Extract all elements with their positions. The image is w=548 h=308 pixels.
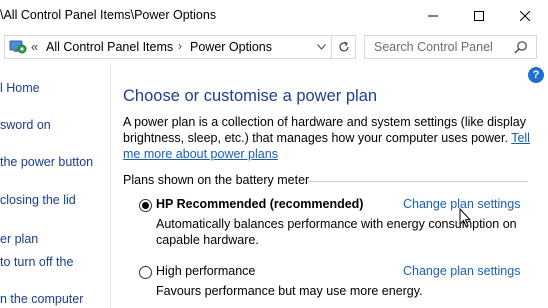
minimize-button[interactable]	[410, 0, 456, 31]
sidebar-item-create-power-plan[interactable]: er plan	[0, 232, 38, 246]
control-panel-icon	[9, 39, 27, 60]
sidebar-item-power-button[interactable]: the power button	[0, 155, 93, 169]
maximize-button[interactable]	[456, 0, 502, 31]
address-dropdown-button[interactable]	[312, 38, 330, 56]
breadcrumb-power-options[interactable]: Power Options	[190, 40, 272, 54]
address-bar: « All Control Panel Items › Power Option…	[0, 31, 548, 63]
page-title: Choose or customise a power plan	[123, 87, 378, 105]
plan-radio-high-performance[interactable]	[139, 266, 152, 279]
description-text: A power plan is a collection of hardware…	[123, 115, 526, 145]
breadcrumb-separator-icon[interactable]: ›	[178, 39, 182, 53]
refresh-icon	[338, 41, 349, 52]
window-title: \All Control Panel Items\Power Options	[0, 8, 217, 22]
page-description: A power plan is a collection of hardware…	[123, 114, 543, 162]
close-button[interactable]	[502, 0, 548, 31]
close-icon	[520, 10, 530, 21]
sidebar-item-closing-lid[interactable]: closing the lid	[0, 193, 76, 207]
sidebar-item-computer-sleeps[interactable]: n the computer	[0, 292, 83, 306]
search-input[interactable]	[365, 36, 510, 58]
search-box[interactable]	[364, 35, 537, 59]
address-field[interactable]: « All Control Panel Items › Power Option…	[4, 35, 332, 59]
main-content: Choose or customise a power plan A power…	[111, 63, 548, 308]
plan-name[interactable]: High performance	[156, 264, 255, 278]
title-bar: \All Control Panel Items\Power Options	[0, 0, 548, 31]
mouse-cursor-icon	[459, 207, 472, 233]
minimize-icon	[428, 15, 438, 16]
overflow-chevron-icon[interactable]: «	[31, 39, 38, 54]
section-divider	[308, 181, 528, 182]
sidebar-item-control-panel-home[interactable]: l Home	[0, 81, 40, 95]
chevron-down-icon	[316, 44, 326, 50]
section-label: Plans shown on the battery meter	[123, 173, 310, 187]
plan-description: Favours performance but may use more ene…	[156, 284, 423, 298]
search-icon[interactable]	[514, 40, 528, 59]
plan-name[interactable]: HP Recommended (recommended)	[156, 197, 363, 211]
plan-radio-hp-recommended[interactable]	[139, 199, 152, 212]
maximize-icon	[474, 10, 484, 21]
change-plan-settings-link[interactable]: Change plan settings	[403, 264, 520, 278]
sidebar-item-turn-off-display[interactable]: to turn off the	[0, 255, 73, 269]
refresh-button[interactable]	[332, 35, 356, 59]
breadcrumb-all-control-panel-items[interactable]: All Control Panel Items	[46, 40, 173, 54]
sidebar-item-require-password[interactable]: sword on	[0, 118, 51, 132]
sidebar: l Home sword on the power button closing…	[0, 63, 110, 308]
